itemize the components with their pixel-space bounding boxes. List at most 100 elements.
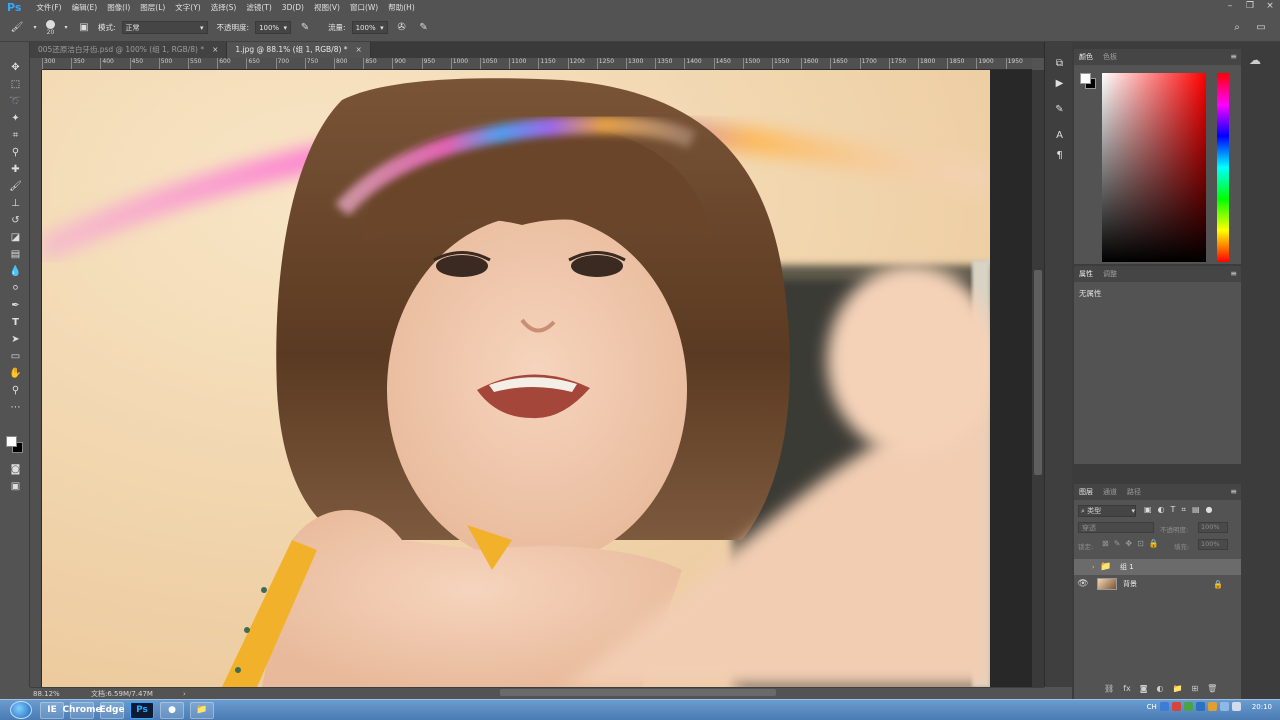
close-icon[interactable]: ×: [1260, 0, 1280, 14]
panel-menu-icon[interactable]: ≡: [1230, 487, 1237, 496]
panel-menu-icon[interactable]: ≡: [1230, 269, 1237, 278]
network-icon[interactable]: [1219, 702, 1229, 711]
layer-filter-select[interactable]: ⌕ 类型 ▾: [1078, 505, 1136, 517]
search-icon[interactable]: ⌕: [1230, 21, 1244, 35]
menu-3d[interactable]: 3D(D): [277, 3, 309, 12]
menu-file[interactable]: 文件(F): [31, 2, 66, 13]
filter-toggle-icon[interactable]: ●: [1206, 505, 1213, 515]
eraser-tool-icon[interactable]: ◪: [8, 230, 23, 244]
menu-layer[interactable]: 图层(L): [135, 2, 170, 13]
chevron-right-icon[interactable]: ›: [1092, 564, 1100, 571]
status-menu-arrow[interactable]: ›: [183, 690, 186, 698]
restore-icon[interactable]: ❐: [1240, 0, 1260, 14]
eye-icon[interactable]: 👁: [1074, 579, 1092, 589]
photo-girl-with-bubble[interactable]: [42, 70, 990, 687]
brush-panel-toggle-icon[interactable]: ▣: [77, 21, 91, 35]
trash-icon[interactable]: 🗑: [1207, 684, 1217, 693]
healing-brush-tool-icon[interactable]: ✚: [8, 162, 23, 176]
type-tool-icon[interactable]: T: [8, 315, 23, 329]
opacity-input[interactable]: 100% ▾: [255, 21, 292, 34]
clock[interactable]: 20:10: [1252, 703, 1272, 711]
tab-adjustments[interactable]: 调整: [1103, 269, 1117, 279]
screen-mode-icon[interactable]: ▣: [8, 479, 23, 493]
foreground-color-swatch[interactable]: [6, 436, 17, 447]
vertical-scroll-thumb[interactable]: [1034, 270, 1042, 475]
brush-preset-picker[interactable]: 20: [46, 19, 55, 36]
add-mask-icon[interactable]: ◙: [1140, 684, 1148, 693]
crop-tool-icon[interactable]: ⌗: [8, 128, 23, 142]
pen-tool-icon[interactable]: ✒: [8, 298, 23, 312]
hand-tool-icon[interactable]: ✋: [8, 366, 23, 380]
color-field[interactable]: [1102, 73, 1206, 262]
cloud-libraries-icon[interactable]: ☁: [1241, 50, 1269, 70]
close-icon[interactable]: ×: [212, 42, 218, 58]
tab-color[interactable]: 颜色: [1079, 52, 1093, 62]
workspace-icon[interactable]: ▭: [1254, 21, 1268, 35]
lock-transparent-icon[interactable]: ⊠: [1102, 539, 1109, 548]
mode-select[interactable]: 正常 ▾: [121, 21, 208, 34]
menu-help[interactable]: 帮助(H): [383, 2, 420, 13]
brush-tool-icon[interactable]: 🖌: [10, 21, 24, 35]
layer-row-background[interactable]: 👁 背景 🔒: [1074, 576, 1241, 592]
canvas-area[interactable]: [42, 70, 1032, 687]
taskbar-edge[interactable]: Edge: [99, 701, 125, 719]
tray-icon-2[interactable]: [1171, 702, 1181, 711]
history-panel-icon[interactable]: ⧉: [1052, 56, 1067, 70]
shape-filter-icon[interactable]: ⌗: [1181, 505, 1186, 515]
panel-menu-icon[interactable]: ≡: [1230, 52, 1237, 61]
menu-select[interactable]: 选择(S): [206, 2, 242, 13]
taskbar-chrome[interactable]: Chrome: [62, 701, 102, 719]
lasso-tool-icon[interactable]: ➰: [8, 94, 23, 108]
tab-layers[interactable]: 图层: [1079, 487, 1093, 497]
pressure-opacity-icon[interactable]: ✎: [298, 21, 312, 35]
lock-artboard-icon[interactable]: ⊡: [1137, 539, 1144, 548]
lock-position-icon[interactable]: ✥: [1125, 539, 1132, 548]
tab-document-1[interactable]: 005还原洁白牙齿.psd @ 100% (组 1, RGB/8) * ×: [30, 42, 228, 58]
flow-input[interactable]: 100% ▾: [351, 21, 388, 34]
path-selection-tool-icon[interactable]: ➤: [8, 332, 23, 346]
rectangle-tool-icon[interactable]: ▭: [8, 349, 23, 363]
more-tools-icon[interactable]: ⋯: [8, 400, 23, 414]
layer-row-group[interactable]: › 📁 组 1: [1074, 559, 1241, 575]
tab-channels[interactable]: 通道: [1103, 487, 1117, 497]
pixel-filter-icon[interactable]: ▣: [1144, 505, 1152, 515]
menu-window[interactable]: 窗口(W): [345, 2, 383, 13]
type-filter-icon[interactable]: T: [1171, 505, 1176, 515]
paragraph-panel-icon[interactable]: ¶: [1052, 148, 1067, 162]
taskbar-app-5[interactable]: ●: [160, 701, 184, 719]
link-layers-icon[interactable]: ⛓: [1104, 684, 1114, 693]
start-button[interactable]: [10, 701, 32, 719]
hue-slider[interactable]: [1217, 73, 1229, 262]
adjustment-filter-icon[interactable]: ◐: [1158, 505, 1165, 515]
close-icon[interactable]: ×: [356, 42, 362, 58]
brush-tool-icon[interactable]: 🖌: [8, 179, 23, 193]
menu-image[interactable]: 图像(I): [102, 2, 135, 13]
taskbar-photoshop[interactable]: Ps: [130, 701, 154, 719]
new-adjustment-icon[interactable]: ◐: [1156, 684, 1163, 693]
lock-pixels-icon[interactable]: ✎: [1114, 539, 1121, 548]
menu-type[interactable]: 文字(Y): [170, 2, 205, 13]
chevron-down-icon[interactable]: ▾: [63, 21, 69, 35]
new-layer-icon[interactable]: ⊞: [1191, 684, 1198, 693]
history-brush-tool-icon[interactable]: ↺: [8, 213, 23, 227]
tray-icon-1[interactable]: [1159, 702, 1169, 711]
tab-properties[interactable]: 属性: [1079, 269, 1093, 279]
input-language[interactable]: CH: [1147, 703, 1157, 711]
clone-stamp-tool-icon[interactable]: ⊥: [8, 196, 23, 210]
taskbar-explorer[interactable]: 📁: [190, 701, 214, 719]
volume-icon[interactable]: [1231, 702, 1241, 711]
zoom-level[interactable]: 88.12%: [33, 690, 85, 698]
layer-fill-input[interactable]: 100%: [1198, 539, 1228, 550]
menu-filter[interactable]: 滤镜(T): [241, 2, 276, 13]
taskbar-ie[interactable]: IE: [40, 701, 64, 719]
chevron-down-icon[interactable]: ▾: [32, 21, 38, 35]
gradient-tool-icon[interactable]: ▤: [8, 247, 23, 261]
minimize-icon[interactable]: –: [1220, 0, 1240, 14]
tray-icon-5[interactable]: [1207, 702, 1217, 711]
blend-mode-select[interactable]: 穿透: [1078, 522, 1154, 533]
airbrush-icon[interactable]: ✇: [395, 21, 409, 35]
horizontal-scroll-thumb[interactable]: [500, 689, 776, 696]
tray-icon-4[interactable]: [1195, 702, 1205, 711]
tab-swatches[interactable]: 色板: [1103, 52, 1117, 62]
pressure-size-icon[interactable]: ✎: [417, 21, 431, 35]
